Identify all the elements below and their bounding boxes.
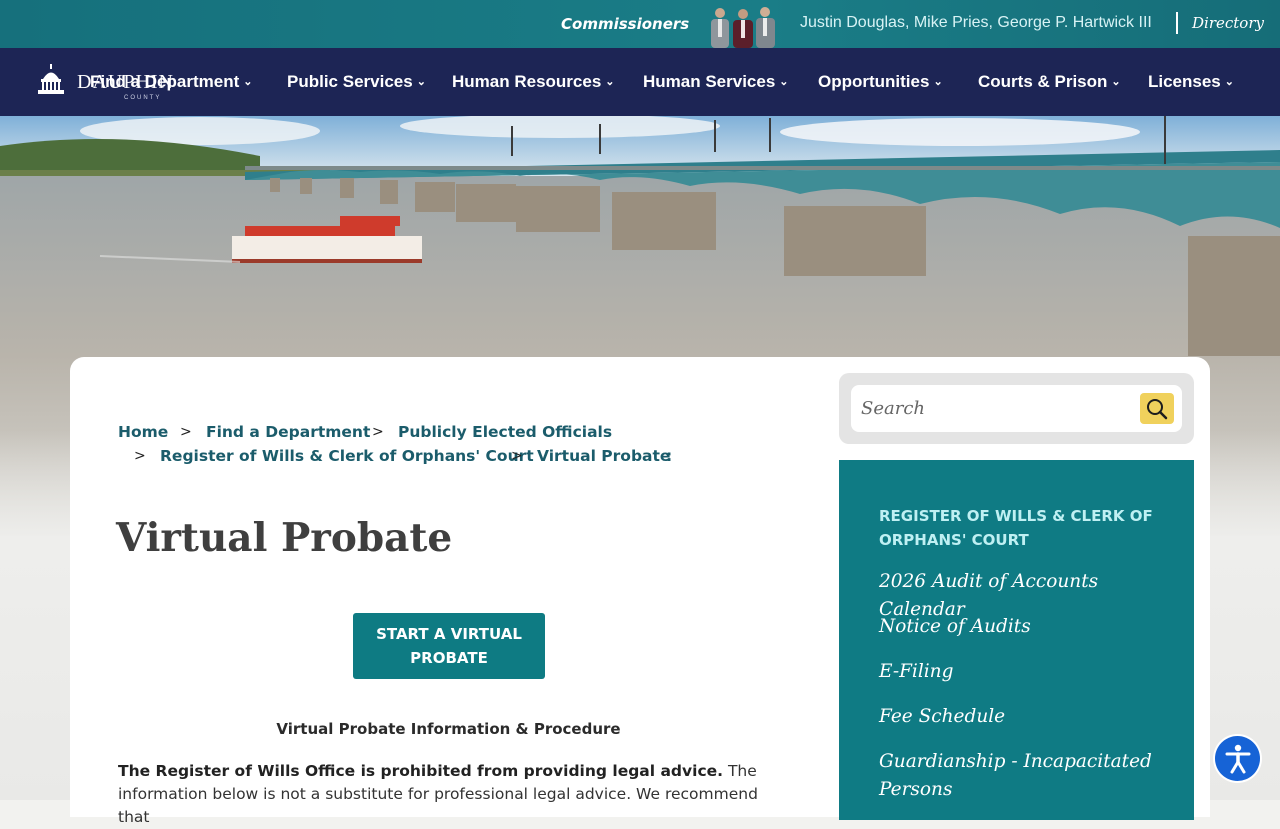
breadcrumb-separator: > bbox=[372, 424, 384, 440]
breadcrumb-register-of-wills[interactable]: Register of Wills & Clerk of Orphans' Co… bbox=[160, 447, 534, 465]
chevron-down-icon: ⌄ bbox=[779, 76, 789, 88]
commissioner-names[interactable]: Justin Douglas, Mike Pries, George P. Ha… bbox=[800, 14, 1152, 32]
commissioners-label[interactable]: Commissioners bbox=[561, 15, 689, 33]
nav-item-label: Opportunities bbox=[818, 72, 930, 91]
page-title: Virtual Probate bbox=[116, 515, 453, 561]
nav-item-opportunities[interactable]: Opportunities ⌄ bbox=[818, 72, 943, 92]
directory-link[interactable]: Directory bbox=[1192, 14, 1264, 32]
nav-item-label: Human Services bbox=[643, 72, 776, 91]
nav-item-licenses[interactable]: Licenses ⌄ bbox=[1148, 72, 1234, 92]
search-icon bbox=[1147, 398, 1168, 419]
breadcrumb-find-a-department[interactable]: Find a Department bbox=[206, 423, 370, 441]
nav-item-courts-prison[interactable]: Courts & Prison ⌄ bbox=[978, 72, 1121, 92]
sidebar-heading[interactable]: REGISTER OF WILLS & CLERK OF ORPHANS' CO… bbox=[879, 504, 1179, 552]
sidebar-link-notice-of-audits[interactable]: Notice of Audits bbox=[879, 613, 1179, 641]
search-button[interactable] bbox=[1140, 393, 1174, 424]
sidebar-link-e-filing[interactable]: E-Filing bbox=[879, 658, 1179, 686]
breadcrumb-separator: > bbox=[134, 448, 146, 464]
nav-item-label: Human Resources bbox=[452, 72, 602, 91]
chevron-down-icon: ⌄ bbox=[605, 76, 615, 88]
chevron-down-icon: ⌄ bbox=[416, 76, 426, 88]
breadcrumb-home[interactable]: Home bbox=[118, 423, 168, 441]
nav-item-find-a-department[interactable]: Find a Department ⌄ bbox=[90, 72, 252, 92]
disclaimer-bold: The Register of Wills Office is prohibit… bbox=[118, 762, 724, 780]
nav-item-label: Licenses bbox=[1148, 72, 1221, 91]
search-input[interactable] bbox=[851, 385, 1182, 432]
procedure-subheading: Virtual Probate Information & Procedure bbox=[276, 720, 621, 738]
sidebar-link-guardianship[interactable]: Guardianship - Incapacitated Persons bbox=[879, 748, 1179, 804]
commissioners-photo[interactable] bbox=[705, 4, 779, 48]
main-navigation: DAUPHIN COUNTY Find a Department ⌄ Public… bbox=[0, 48, 1280, 116]
sidebar-panel: REGISTER OF WILLS & CLERK OF ORPHANS' CO… bbox=[839, 460, 1194, 820]
nav-item-label: Courts & Prison bbox=[978, 72, 1108, 91]
nav-item-label: Find a Department bbox=[90, 72, 240, 91]
search-box bbox=[839, 373, 1194, 444]
nav-item-human-services[interactable]: Human Services ⌄ bbox=[643, 72, 789, 92]
breadcrumb-virtual-probate[interactable]: Virtual Probate bbox=[537, 447, 670, 465]
breadcrumb-separator: > bbox=[511, 448, 523, 464]
capitol-dome-icon bbox=[38, 64, 64, 94]
sidebar-link-fee-schedule[interactable]: Fee Schedule bbox=[879, 703, 1179, 731]
nav-item-label: Public Services bbox=[287, 72, 413, 91]
accessibility-button[interactable] bbox=[1215, 736, 1260, 781]
chevron-down-icon: ⌄ bbox=[933, 76, 943, 88]
nav-item-human-resources[interactable]: Human Resources ⌄ bbox=[452, 72, 615, 92]
start-virtual-probate-button[interactable]: START A VIRTUAL PROBATE bbox=[353, 613, 545, 679]
chevron-down-icon: ⌄ bbox=[1111, 76, 1121, 88]
breadcrumb-separator: > bbox=[180, 424, 192, 440]
chevron-down-icon: ⌄ bbox=[243, 76, 253, 88]
topbar-divider bbox=[1176, 12, 1178, 34]
nav-item-public-services[interactable]: Public Services ⌄ bbox=[287, 72, 426, 92]
accessibility-icon bbox=[1225, 744, 1250, 773]
chevron-down-icon: ⌄ bbox=[1224, 76, 1234, 88]
legal-disclaimer-paragraph: The Register of Wills Office is prohibit… bbox=[118, 760, 779, 829]
breadcrumb-publicly-elected-officials[interactable]: Publicly Elected Officials bbox=[398, 423, 612, 441]
breadcrumb-trailing: : bbox=[666, 447, 673, 465]
top-utility-bar: Commissioners Justin Douglas, Mike Pries… bbox=[0, 0, 1280, 48]
logo-subtitle: COUNTY bbox=[124, 95, 162, 101]
